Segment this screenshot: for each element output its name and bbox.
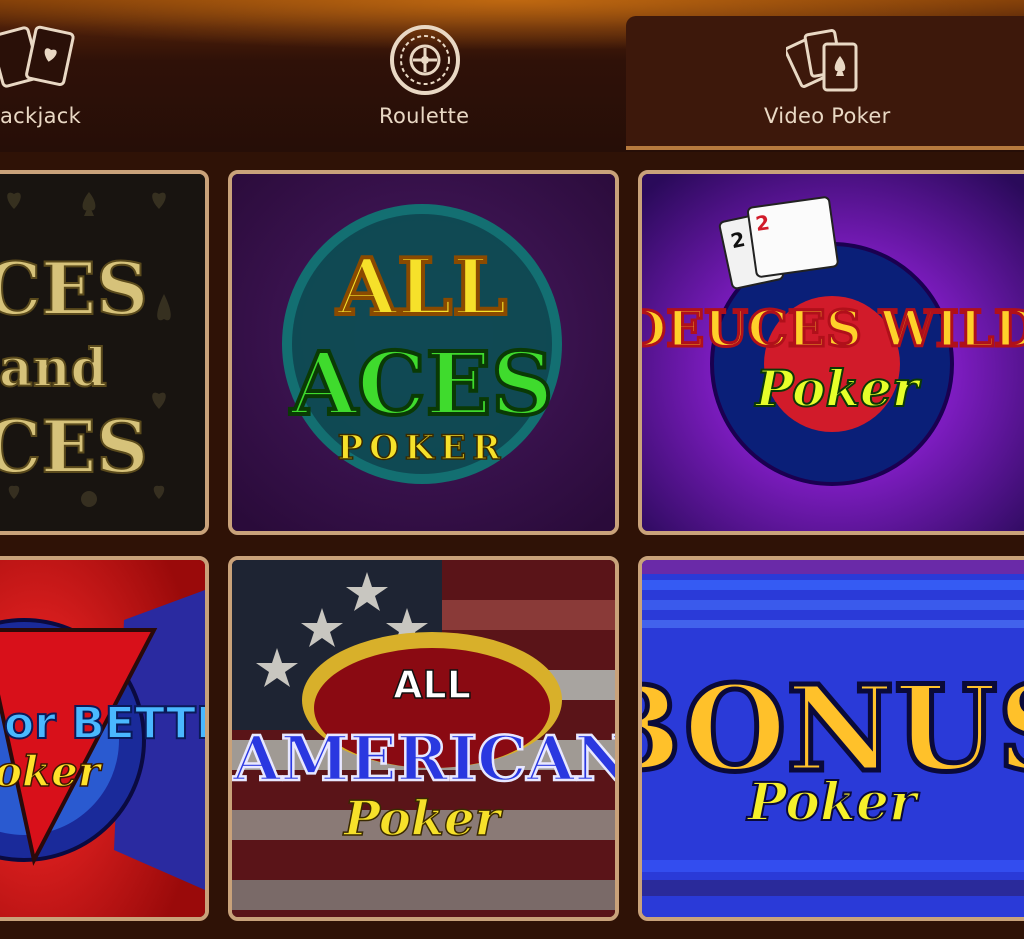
game-title-line-2: and bbox=[0, 338, 107, 399]
game-title-line-1: or BETTER bbox=[4, 698, 205, 749]
game-tile-jacks-or-better[interactable]: or BETTER oker bbox=[0, 556, 209, 921]
tab-label-blackjack: ackjack bbox=[0, 104, 82, 128]
roulette-wheel-icon bbox=[387, 22, 463, 102]
game-title-line-2: Poker bbox=[754, 359, 922, 418]
game-title-line-2: AMERICAN bbox=[232, 722, 615, 795]
category-tabbar: ackjack Roulette Video Poker bbox=[0, 0, 1024, 152]
game-tile-deuces-wild-poker[interactable]: 2 2 DEUCES WILD Poker bbox=[638, 170, 1024, 535]
tab-blackjack[interactable]: ackjack bbox=[0, 0, 160, 146]
game-title-line-1: CES bbox=[0, 246, 148, 331]
game-title-line-2: oker bbox=[0, 747, 103, 796]
tab-label-video-poker: Video Poker bbox=[764, 104, 891, 128]
game-title-line-1: ALL bbox=[393, 663, 471, 707]
game-tile-all-american-poker[interactable]: ALL AMERICAN Poker bbox=[228, 556, 619, 921]
game-tile-bonus-poker[interactable]: BONUS Poker bbox=[638, 556, 1024, 921]
game-tile-aces-and-faces[interactable]: CES and CES bbox=[0, 170, 209, 535]
game-title-line-1: ALL bbox=[336, 242, 507, 333]
game-grid: CES and CES ALL ACES POKER 2 2 DEUCES WI… bbox=[0, 152, 1024, 939]
game-title-line-2: Poker bbox=[746, 772, 921, 833]
game-title-line-3: CES bbox=[0, 404, 148, 489]
poker-cards-icon bbox=[784, 24, 866, 106]
tab-roulette[interactable]: Roulette bbox=[315, 0, 535, 146]
tab-label-roulette: Roulette bbox=[379, 104, 470, 128]
game-title-line-2: ACES bbox=[290, 334, 554, 435]
game-tile-all-aces-poker[interactable]: ALL ACES POKER bbox=[228, 170, 619, 535]
game-title-line-3: POKER bbox=[338, 428, 507, 468]
tab-video-poker[interactable]: Video Poker bbox=[626, 16, 1024, 150]
game-title-line-3: Poker bbox=[342, 791, 504, 847]
cards-icon bbox=[0, 22, 80, 101]
game-title-line-1: DEUCES WILD bbox=[642, 299, 1024, 358]
